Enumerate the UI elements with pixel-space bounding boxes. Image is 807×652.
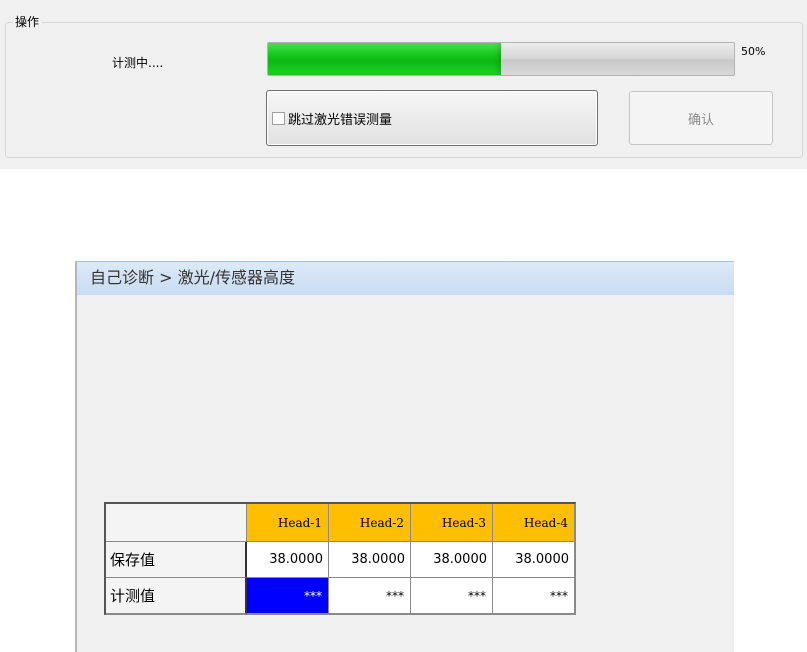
table-header-row: Head-1 Head-2 Head-3 Head-4 <box>106 504 575 542</box>
measured-value-cell-selected[interactable]: *** <box>247 578 329 614</box>
operation-panel: 操作 计测中.... 50% 跳过激光错误测量 确认 <box>0 0 807 169</box>
column-header-head-2: Head-2 <box>329 504 411 542</box>
saved-value-cell[interactable]: 38.0000 <box>329 542 411 578</box>
measured-value-cell[interactable]: *** <box>493 578 575 614</box>
progress-bar <box>267 42 735 76</box>
measuring-status-text: 计测中.... <box>112 56 164 70</box>
table-row: 保存值 38.0000 38.0000 38.0000 38.0000 <box>106 542 575 578</box>
skip-laser-error-checkbox[interactable] <box>272 111 285 125</box>
column-header-head-4: Head-4 <box>493 504 575 542</box>
confirm-button[interactable]: 确认 <box>629 91 773 145</box>
table-corner-cell <box>106 504 247 542</box>
column-header-head-1: Head-1 <box>247 504 329 542</box>
skip-laser-error-label: 跳过激光错误测量 <box>288 112 393 128</box>
row-label-saved-value: 保存值 <box>106 542 247 578</box>
measured-value-cell[interactable]: *** <box>329 578 411 614</box>
progress-percent-label: 50% <box>741 45 766 58</box>
progress-bar-fill <box>268 43 501 75</box>
measured-value-cell[interactable]: *** <box>411 578 493 614</box>
row-label-measured-value: 计测值 <box>106 578 247 614</box>
operation-group-title: 操作 <box>12 14 43 30</box>
skip-laser-error-button[interactable]: 跳过激光错误测量 <box>266 90 598 146</box>
table-row: 计测值 *** *** *** *** <box>106 578 575 614</box>
saved-value-cell[interactable]: 38.0000 <box>247 542 329 578</box>
breadcrumb: 自己诊断 > 激光/传感器高度 <box>77 261 734 295</box>
column-header-head-3: Head-3 <box>411 504 493 542</box>
saved-value-cell[interactable]: 38.0000 <box>493 542 575 578</box>
sensor-height-table: Head-1 Head-2 Head-3 Head-4 保存值 38.0000 … <box>104 502 576 615</box>
saved-value-cell[interactable]: 38.0000 <box>411 542 493 578</box>
diagnosis-panel: 自己诊断 > 激光/传感器高度 Head-1 Head-2 Head-3 Hea… <box>75 261 734 652</box>
